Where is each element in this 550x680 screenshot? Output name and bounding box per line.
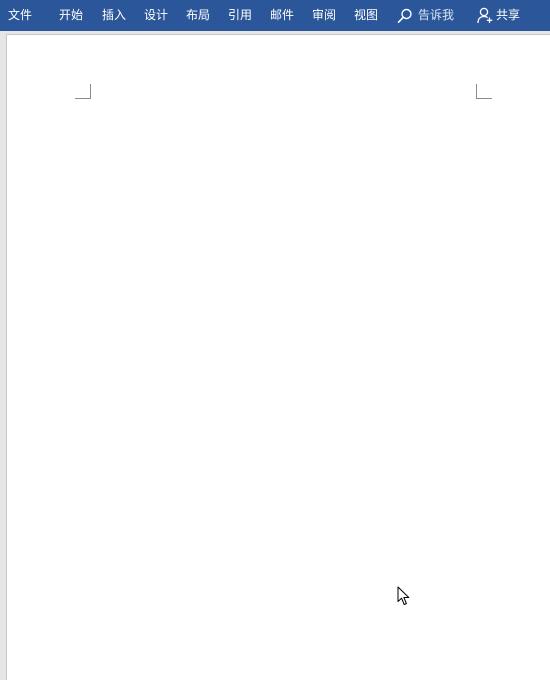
document-canvas (0, 31, 550, 680)
tell-me-label: 告诉我 (418, 8, 455, 22)
share-label: 共享 (496, 8, 521, 22)
document-page[interactable] (6, 34, 550, 680)
tab-file[interactable]: 文件 (8, 0, 32, 31)
margin-corner-top-right (476, 84, 492, 99)
tab-layout[interactable]: 布局 (186, 0, 210, 31)
person-add-icon (477, 7, 493, 24)
tab-view[interactable]: 视图 (354, 0, 378, 31)
tab-references[interactable]: 引用 (228, 0, 252, 31)
mouse-pointer-icon (397, 586, 410, 605)
margin-corner-top-left (75, 84, 91, 99)
tab-home[interactable]: 开始 (59, 0, 83, 31)
tab-review[interactable]: 审阅 (312, 0, 336, 31)
search-icon (397, 8, 412, 23)
tab-design[interactable]: 设计 (144, 0, 168, 31)
tab-insert[interactable]: 插入 (102, 0, 126, 31)
ribbon-tab-bar: 文件 开始 插入 设计 布局 引用 邮件 审阅 视图 告诉我 共享 (0, 0, 550, 31)
tab-mailings[interactable]: 邮件 (270, 0, 294, 31)
